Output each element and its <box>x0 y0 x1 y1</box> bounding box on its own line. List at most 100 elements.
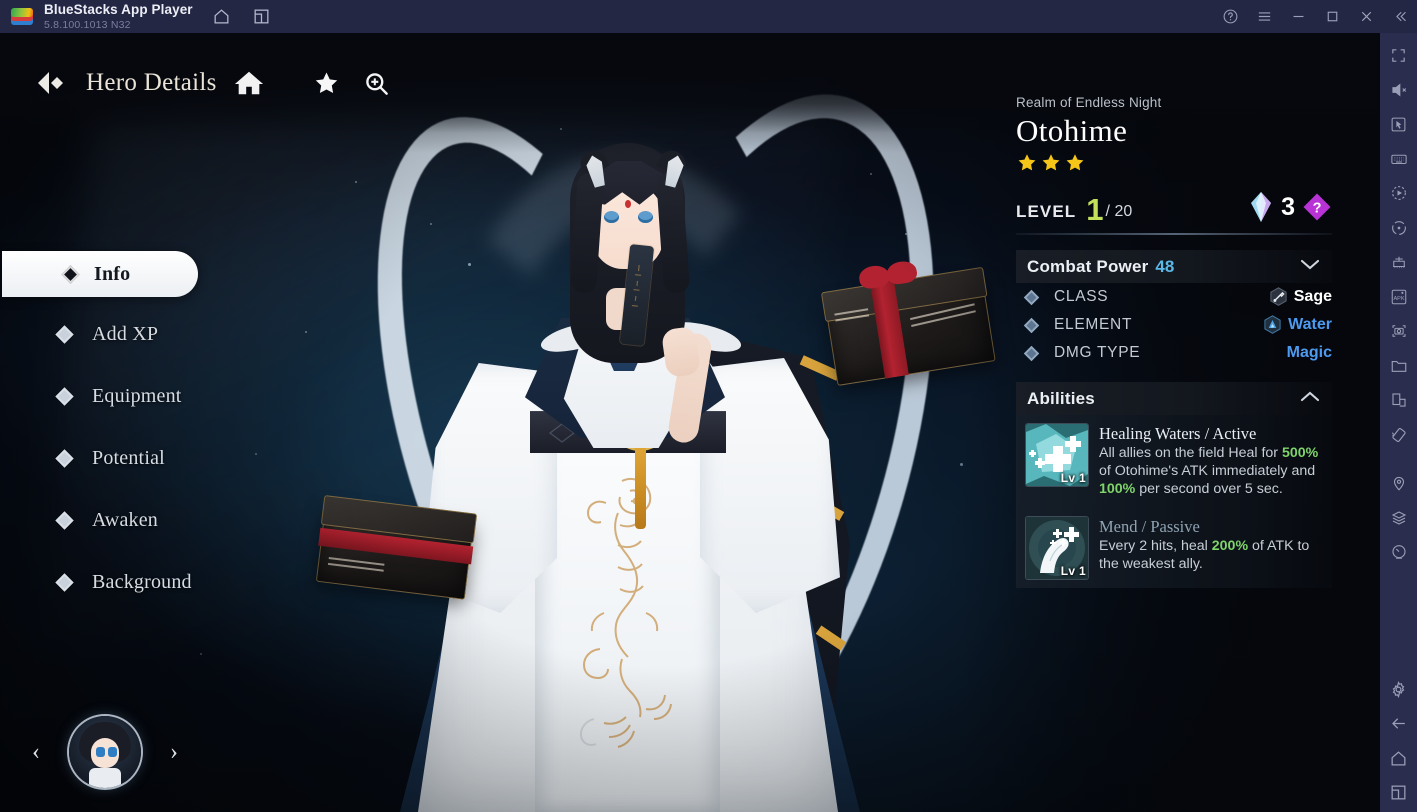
ability-item[interactable]: Lv 1 Mend / Passive Every 2 hits, heal 2… <box>1016 507 1332 588</box>
fullscreen-icon[interactable] <box>1384 40 1414 70</box>
ability-name: Mend / Passive <box>1099 516 1200 536</box>
diamond-bullet-icon <box>55 386 74 406</box>
macro-record-icon[interactable] <box>1384 178 1414 208</box>
menu-item-potential[interactable]: Potential <box>0 433 200 483</box>
menu-item-add-xp[interactable]: Add XP <box>0 309 200 359</box>
app-title: BlueStacks App Player <box>44 2 193 17</box>
combat-power-header[interactable]: Combat Power 48 <box>1016 250 1332 284</box>
menu-icon[interactable] <box>1247 0 1281 33</box>
hero-info-panel: Realm of Endless Night Otohime LEVEL 1 /… <box>1000 33 1380 812</box>
level-row: LEVEL 1 / 20 3 ? <box>1016 190 1332 228</box>
app-version: 5.8.100.1013 N32 <box>44 18 131 31</box>
stat-row-element: ELEMENT Water <box>1016 311 1332 339</box>
abilities-title: Abilities <box>1027 388 1095 408</box>
stat-row-class: CLASS Sage <box>1016 283 1332 311</box>
menu-item-awaken[interactable]: Awaken <box>0 495 200 545</box>
star-icon <box>1042 154 1060 171</box>
menu-item-info[interactable]: Info <box>2 251 198 297</box>
keyboard-controls-icon[interactable] <box>1384 144 1414 174</box>
heal-cross-icon: Lv 1 <box>1026 424 1088 487</box>
stat-value: Water <box>1288 316 1332 334</box>
media-folder-icon[interactable] <box>1384 351 1414 381</box>
stat-row-dmg-type: DMG TYPE Magic <box>1016 339 1332 367</box>
performance-icon[interactable] <box>1384 537 1414 567</box>
svg-text:APK: APK <box>1393 296 1404 302</box>
hero-name: Otohime <box>1016 113 1128 148</box>
combat-power-value: 48 <box>1155 256 1175 276</box>
diamond-bullet-icon <box>1023 289 1040 305</box>
zoom-in-icon[interactable] <box>359 65 395 101</box>
multi-instance-manager-icon[interactable] <box>1384 247 1414 277</box>
rotate-icon[interactable] <box>1384 213 1414 243</box>
bluestacks-logo-icon <box>11 6 33 28</box>
abilities-header[interactable]: Abilities <box>1016 382 1332 416</box>
settings-icon[interactable] <box>1384 674 1414 704</box>
menu-item-label: Background <box>92 570 192 593</box>
menu-item-label: Awaken <box>92 508 159 531</box>
location-icon[interactable] <box>1384 468 1414 498</box>
diamond-bullet-icon <box>1023 317 1040 333</box>
class-sage-icon <box>1270 286 1287 306</box>
menu-item-label: Potential <box>92 446 165 469</box>
ability-level: Lv 1 <box>1060 471 1086 486</box>
diamond-bullet-icon <box>1023 345 1040 361</box>
abilities-section: Abilities Lv 1 Healing Waters / Active A… <box>1016 382 1332 588</box>
home-icon[interactable] <box>211 6 233 28</box>
mute-icon[interactable] <box>1384 75 1414 105</box>
gem-count: 3 <box>1281 192 1295 221</box>
divider <box>1016 233 1332 236</box>
close-icon[interactable] <box>1349 0 1383 33</box>
install-apk-icon[interactable]: APK <box>1384 282 1414 312</box>
diamond-bullet-icon <box>55 324 74 344</box>
menu-item-equipment[interactable]: Equipment <box>0 371 200 421</box>
ability-level: Lv 1 <box>1060 563 1086 578</box>
maximize-icon[interactable] <box>1315 0 1349 33</box>
hero-switcher: ‹ › <box>32 710 178 794</box>
svg-text:?: ? <box>1313 200 1322 216</box>
rarity-stars <box>1016 152 1332 174</box>
help-icon[interactable] <box>1213 0 1247 33</box>
chevron-down-icon[interactable] <box>1300 258 1320 276</box>
level-value: 1 <box>1086 192 1104 228</box>
diamond-bullet-icon <box>55 572 74 592</box>
prev-hero-button[interactable]: ‹ <box>32 739 40 766</box>
back-button[interactable] <box>34 66 68 100</box>
avatar[interactable] <box>69 716 141 788</box>
hero-detail-menu: Info Add XP Equipment Potential Awaken B… <box>0 251 200 619</box>
home-icon[interactable] <box>231 65 267 101</box>
menu-item-background[interactable]: Background <box>0 557 200 607</box>
level-label: LEVEL <box>1016 202 1077 222</box>
stat-value: Magic <box>1286 344 1332 362</box>
ability-item[interactable]: Lv 1 Healing Waters / Active All allies … <box>1016 415 1332 508</box>
ability-name: Healing Waters / Active <box>1099 424 1257 444</box>
combat-power-section: Combat Power 48 CLASS Sage ELEMENT Water… <box>1016 250 1332 367</box>
multi-instance-icon[interactable] <box>251 6 273 28</box>
ability-description: All allies on the field Heal for 500% of… <box>1099 445 1319 497</box>
stat-value: Sage <box>1293 288 1332 306</box>
combat-power-title: Combat Power <box>1027 256 1149 276</box>
cursor-icon[interactable] <box>1384 109 1414 139</box>
chevron-up-icon[interactable] <box>1300 390 1320 408</box>
window-layout-icon[interactable] <box>1384 385 1414 415</box>
diamond-bullet-icon <box>55 510 74 530</box>
bluestacks-titlebar: BlueStacks App Player 5.8.100.1013 N32 <box>0 0 1417 33</box>
home-icon[interactable] <box>1384 743 1414 773</box>
diamond-bullet-icon <box>61 264 80 284</box>
bluestacks-sidebar: APK <box>1380 33 1417 812</box>
ability-description: Every 2 hits, heal 200% of ATK to the we… <box>1099 537 1310 572</box>
crystal-icon <box>1251 192 1272 223</box>
minimize-icon[interactable] <box>1281 0 1315 33</box>
diamond-bullet-icon <box>55 448 74 468</box>
collapse-icon[interactable] <box>1383 0 1417 33</box>
page-title: Hero Details <box>86 69 217 96</box>
stat-key: DMG TYPE <box>1054 344 1141 362</box>
screenshot-icon[interactable] <box>1384 316 1414 346</box>
menu-item-label: Equipment <box>92 384 182 407</box>
back-icon[interactable] <box>1384 709 1414 739</box>
shake-icon[interactable] <box>1384 420 1414 450</box>
recents-icon[interactable] <box>1384 778 1414 808</box>
next-hero-button[interactable]: › <box>170 739 178 766</box>
question-mark-icon[interactable]: ? <box>1302 192 1332 222</box>
star-icon[interactable] <box>309 65 345 101</box>
layers-icon[interactable] <box>1384 503 1414 533</box>
